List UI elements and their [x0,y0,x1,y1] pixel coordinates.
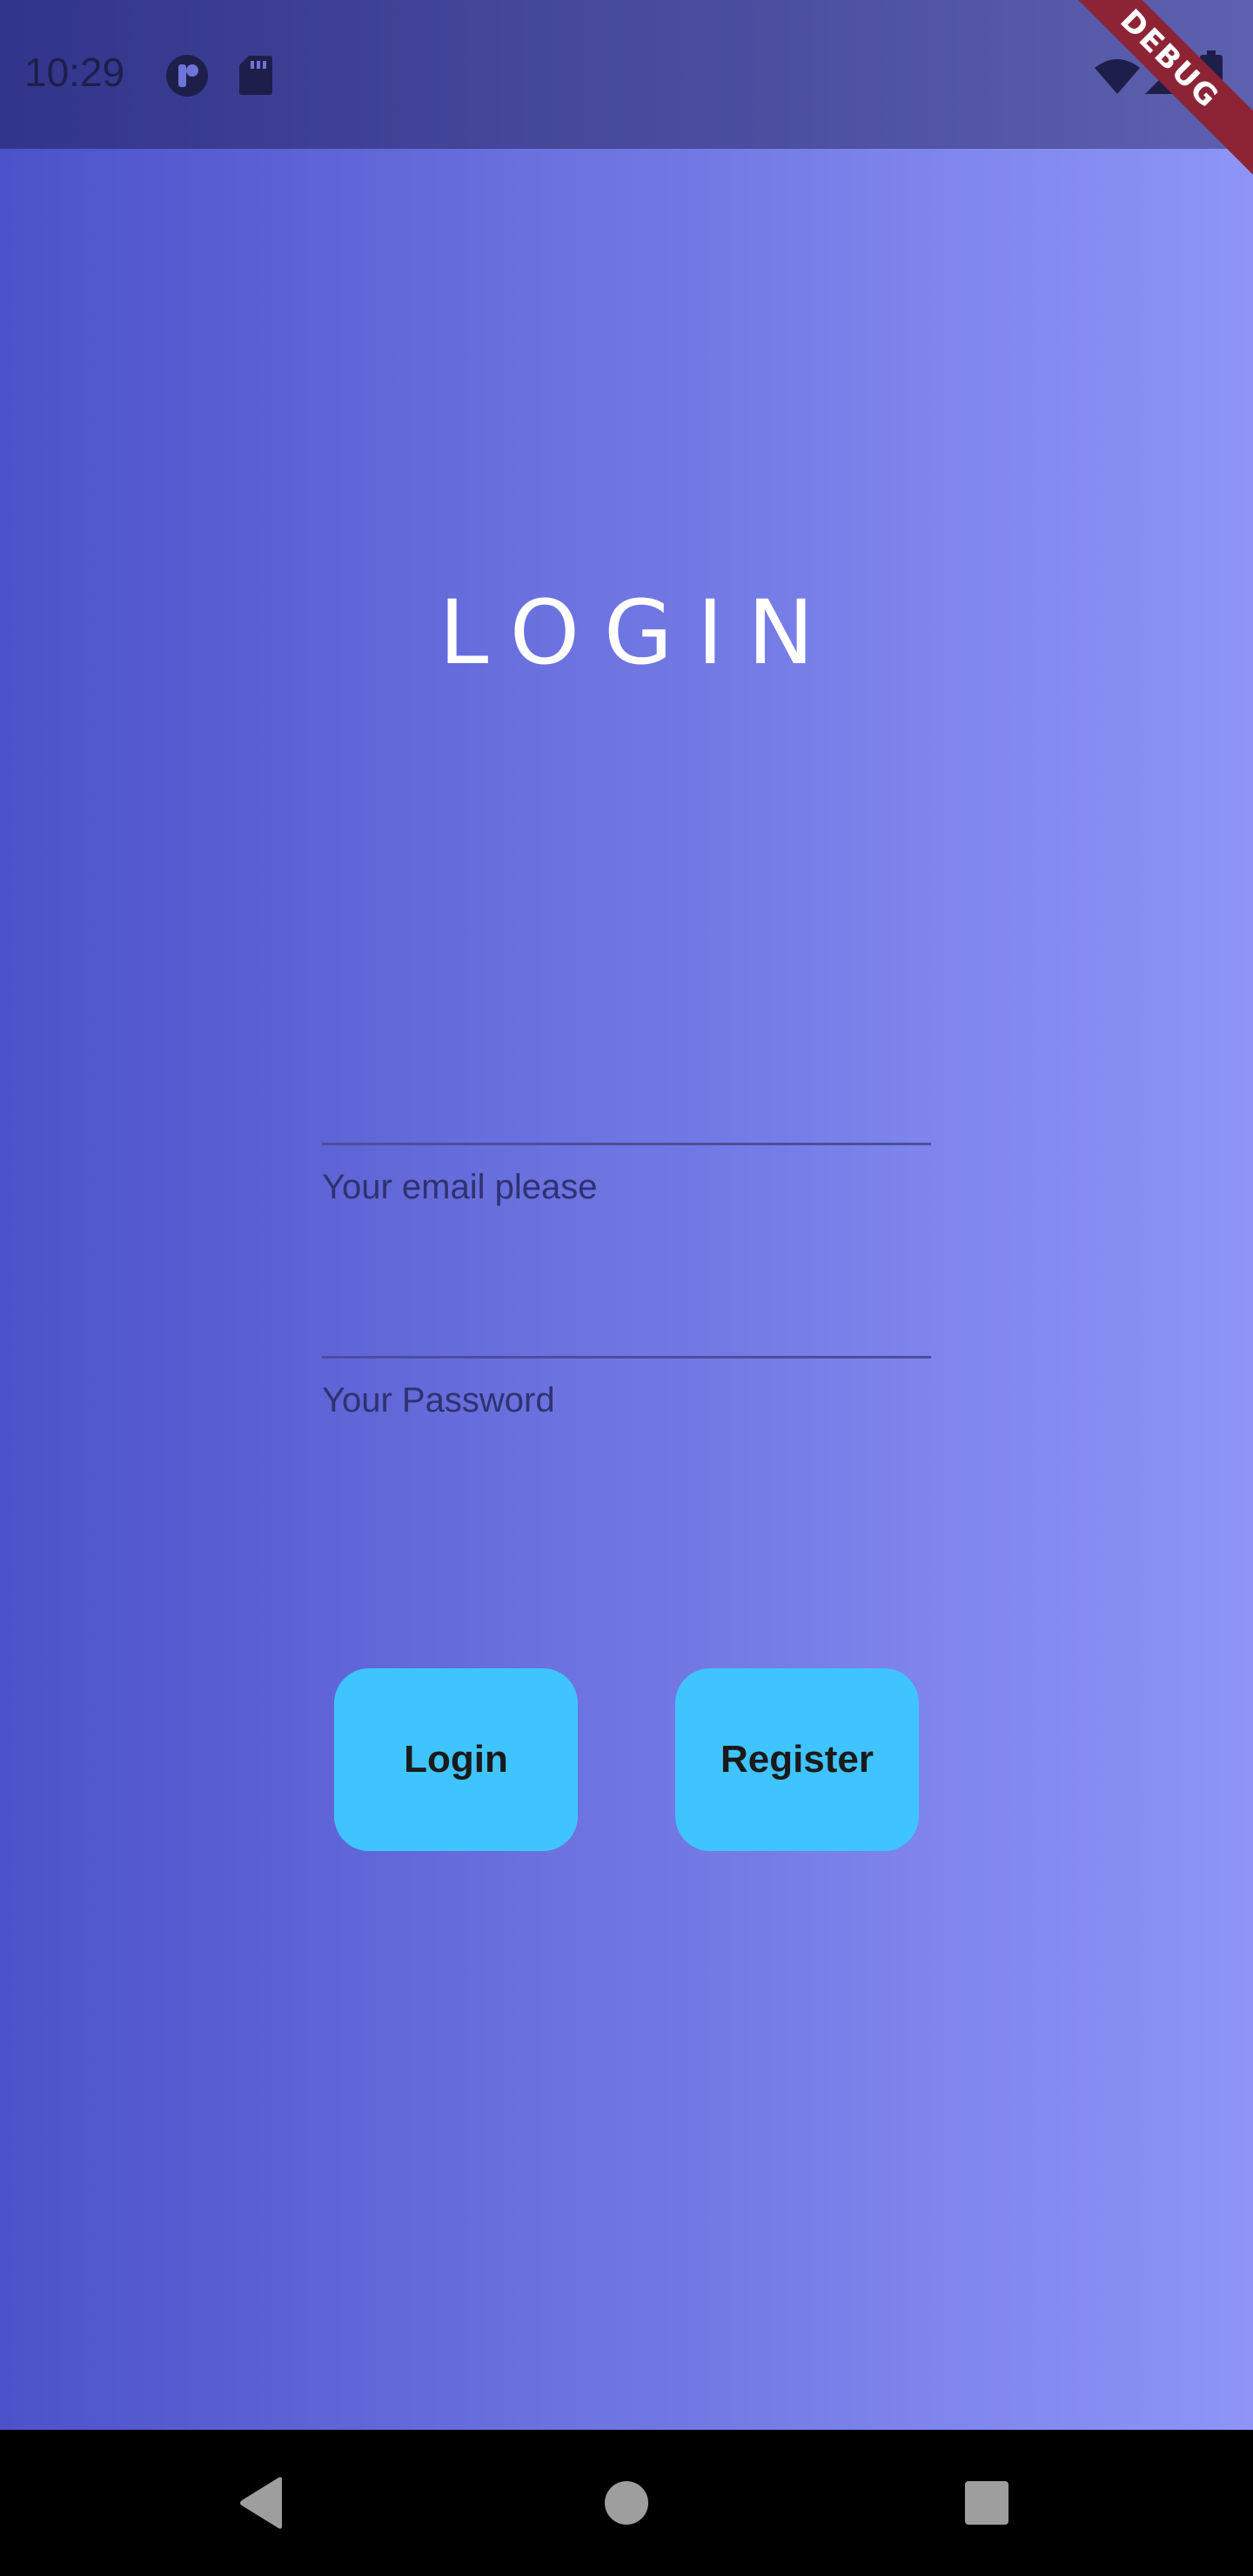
home-button[interactable] [557,2430,696,2576]
sd-card-icon [238,54,273,100]
wifi-icon [1093,57,1142,100]
register-button[interactable]: Register [675,1668,919,1851]
back-button[interactable] [191,2430,331,2576]
navigation-bar [0,2430,1253,2576]
page-title: LOGIN [439,581,839,685]
app-screen: 10:29 DEBUG LOGIN Your email please Your… [0,0,1253,2576]
status-bar: 10:29 [0,0,1253,149]
email-field[interactable] [322,1062,931,1145]
email-label: Your email please [322,1168,598,1206]
home-icon [605,2481,648,2525]
login-button[interactable]: Login [334,1668,578,1851]
password-field-group: Your Password [322,1275,931,1420]
email-field-group: Your email please [322,1062,931,1207]
status-time: 10:29 [24,50,125,95]
app-notification-icon [165,54,209,102]
gradient-background [0,0,1253,2430]
password-label: Your Password [322,1381,555,1419]
recents-button[interactable] [917,2430,1056,2576]
back-icon [240,2477,282,2529]
password-field[interactable] [322,1275,931,1358]
recents-icon [965,2481,1008,2525]
